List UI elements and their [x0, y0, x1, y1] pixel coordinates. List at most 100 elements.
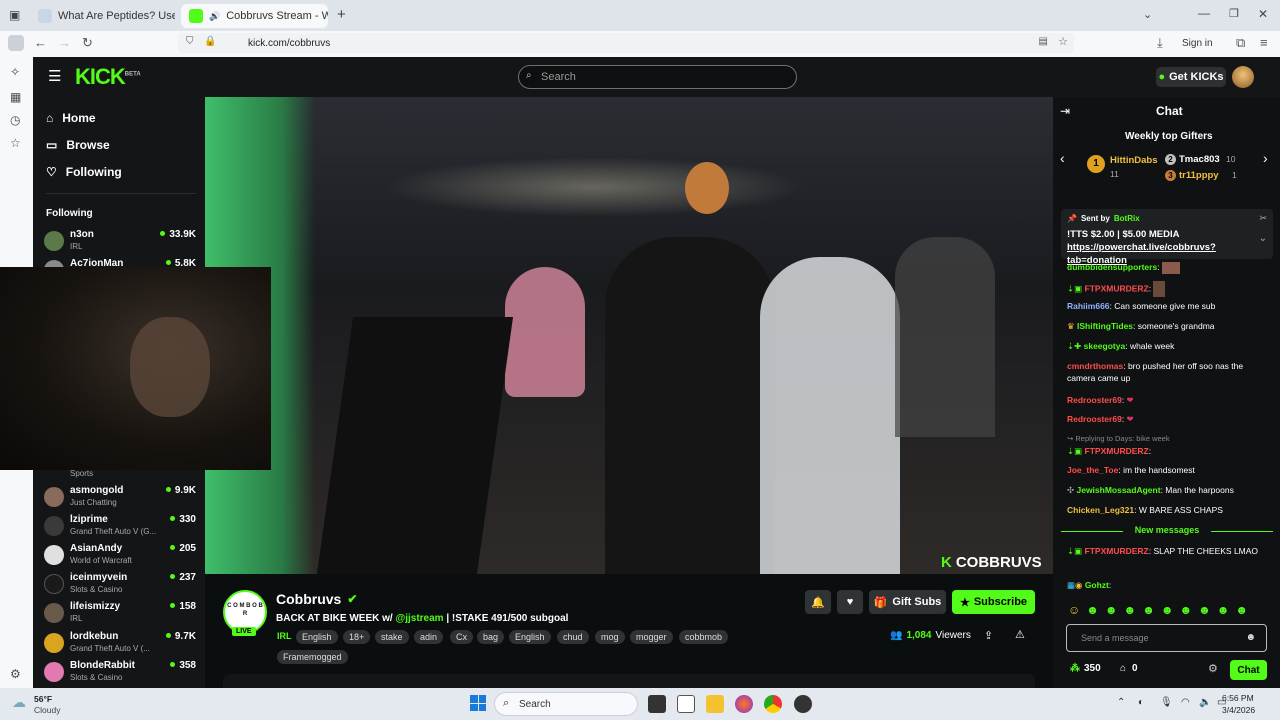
emote-icon[interactable]: ☻ [1124, 603, 1137, 619]
title-mention[interactable]: @jjstream [395, 613, 443, 624]
following-item-asianandy[interactable]: AsianAndy World of Warcraft 205 [44, 543, 196, 569]
gifter-name[interactable]: HittinDabs [1110, 155, 1158, 166]
channel-points[interactable]: ⁂ 350 [1070, 663, 1101, 674]
pinned-bot-name[interactable]: BotRix [1114, 214, 1140, 223]
weather-temp[interactable]: 56°F [34, 694, 52, 704]
tag[interactable]: stake [375, 630, 409, 644]
shield-icon[interactable]: ⛉ [186, 36, 194, 47]
volume-icon[interactable]: 🔈 [1199, 697, 1211, 708]
tag[interactable]: chud [557, 630, 589, 644]
task-view-icon[interactable] [648, 695, 666, 713]
chat-username[interactable]: cmndrthomas [1067, 361, 1123, 371]
tag[interactable]: bag [477, 630, 505, 644]
nav-browse[interactable]: ▭ Browse [46, 138, 110, 152]
following-item-asmongold[interactable]: asmongold Just Chatting 9.9K [44, 485, 196, 511]
collapse-chat-icon[interactable]: ⇥ [1060, 104, 1070, 118]
tray-chevron-icon[interactable]: ⌃ [1117, 697, 1125, 708]
emote-icon[interactable]: ☻ [1235, 603, 1248, 619]
forward-icon[interactable]: → [58, 35, 71, 50]
app-icon[interactable] [794, 695, 812, 713]
kick-logo[interactable]: KICKBETA [75, 64, 141, 90]
chat-username[interactable]: Rahiim666 [1067, 301, 1110, 311]
notification-bell-button[interactable]: 🔔 [805, 590, 831, 614]
history-icon[interactable]: ◷ [10, 113, 20, 127]
close-window-icon[interactable]: ✕ [1258, 7, 1268, 21]
search-input[interactable]: ⌕ Search [518, 65, 797, 89]
pinned-message[interactable]: 📌 Sent by BotRix !TTS $2.00 | $5.00 MEDI… [1061, 209, 1273, 266]
new-tab-icon[interactable]: + [337, 6, 346, 23]
chat-username[interactable]: dumbbidensupporters [1067, 262, 1157, 272]
emoji-picker-icon[interactable]: ☻ [1245, 632, 1256, 643]
chat-settings-icon[interactable]: ⚙ [1208, 662, 1218, 675]
chat-username[interactable]: FTPXMURDERZ [1085, 446, 1149, 456]
emote-icon[interactable]: ☻ [1086, 603, 1099, 619]
chat-username[interactable]: Joe_the_Toe [1067, 465, 1118, 475]
chat-input[interactable]: Send a message ☻ [1066, 624, 1267, 652]
bookmarks-icon[interactable]: ☆ [10, 136, 21, 150]
chat-username[interactable]: Redrooster69 [1067, 395, 1122, 405]
reply-context[interactable]: ↪ Replying to Days: bike week [1067, 433, 1271, 445]
follow-heart-button[interactable]: ♥ [837, 590, 863, 614]
chat-username[interactable]: Redrooster69 [1067, 414, 1122, 424]
channel-name[interactable]: Cobbruvs ✔ [276, 591, 357, 607]
emote-icon[interactable]: ☻ [1161, 603, 1174, 619]
following-item-lordkebun[interactable]: lordkebun Grand Theft Auto V (... 9.7K [44, 631, 196, 657]
emote-icon[interactable]: ☻ [1105, 603, 1118, 619]
tag[interactable]: English [296, 630, 338, 644]
tabs-icon[interactable]: ▦ [10, 90, 21, 104]
sidebar-toggle-icon[interactable] [8, 35, 24, 51]
gifter-name[interactable]: Tmac803 [1179, 154, 1220, 165]
tab-cobbruvs[interactable]: 🔊 Cobbruvs Stream - Watch L ✕ [181, 4, 328, 28]
following-item-n3on[interactable]: n3on IRL 33.9K [44, 229, 196, 255]
weather-text[interactable]: Cloudy [34, 705, 60, 715]
tag[interactable]: mogger [630, 630, 673, 644]
hamburger-menu-icon[interactable]: ☰ [48, 67, 61, 85]
following-item-iceinmyvein[interactable]: iceinmyvein Slots & Casino 237 [44, 572, 196, 598]
chevron-left-icon[interactable]: ‹ [1060, 150, 1065, 166]
tag[interactable]: mog [595, 630, 625, 644]
tray-app-icon[interactable]: ◐ [1138, 697, 1144, 708]
maximize-icon[interactable]: ❐ [1229, 7, 1239, 20]
report-icon[interactable]: ⚠ [1015, 628, 1025, 641]
emote-icon[interactable]: ☻ [1198, 603, 1211, 619]
gifter-name[interactable]: tr11pppy [1179, 170, 1219, 181]
tag[interactable]: 18+ [343, 630, 371, 644]
downloads-icon[interactable]: ⤓ [1157, 35, 1163, 51]
audio-icon[interactable]: 🔊 [209, 11, 220, 22]
emote-icon[interactable]: ☻ [1142, 603, 1155, 619]
nav-home[interactable]: ⌂ Home [46, 111, 96, 125]
chat-send-button[interactable]: Chat [1230, 660, 1267, 680]
stream-category[interactable]: IRL [277, 631, 292, 641]
clock-time[interactable]: 6:56 PM [1222, 693, 1254, 703]
lock-icon[interactable]: 🔒 [204, 36, 216, 47]
emote-icon[interactable]: ☺ [1068, 603, 1080, 619]
subscribe-button[interactable]: ★ Subscribe [952, 590, 1035, 614]
reload-icon[interactable]: ↻ [82, 35, 93, 51]
chevron-right-icon[interactable]: › [1263, 150, 1268, 166]
minimize-icon[interactable]: — [1198, 6, 1210, 20]
tag[interactable]: adin [414, 630, 444, 644]
tag[interactable]: cobbmob [679, 630, 729, 644]
address-bar[interactable]: ⛉ 🔒 kick.com/cobbruvs ▤ ☆ [178, 33, 1074, 53]
emote-icon[interactable]: ☻ [1179, 603, 1192, 619]
reader-view-icon[interactable]: ▤ [1039, 36, 1048, 47]
notepad-icon[interactable] [677, 695, 695, 713]
tag[interactable]: English [509, 630, 551, 644]
settings-icon[interactable]: ⚙ [10, 667, 21, 681]
chevron-down-icon[interactable]: ⌄ [1143, 8, 1152, 21]
user-avatar[interactable] [1232, 66, 1254, 88]
unpin-icon[interactable]: ✂ [1259, 213, 1267, 224]
file-explorer-icon[interactable] [706, 695, 724, 713]
video-player[interactable] [205, 97, 1053, 574]
tag[interactable]: Framemogged [277, 650, 348, 664]
bookmark-star-icon[interactable]: ☆ [1058, 35, 1068, 48]
nav-following[interactable]: ♡ Following [46, 165, 122, 179]
chat-username[interactable]: Gohzt [1085, 580, 1109, 590]
gift-count[interactable]: ⌂ 0 [1120, 663, 1138, 674]
firefox-icon[interactable] [735, 695, 753, 713]
emote-icon[interactable]: ☻ [1217, 603, 1230, 619]
wifi-icon[interactable]: ◠ [1181, 697, 1190, 708]
ai-sparkle-icon[interactable]: ✧ [10, 65, 20, 79]
following-item-blonderabbit[interactable]: BlondeRabbit Slots & Casino 358 [44, 660, 196, 686]
expand-chevron-icon[interactable]: ⌄ [1259, 233, 1267, 244]
